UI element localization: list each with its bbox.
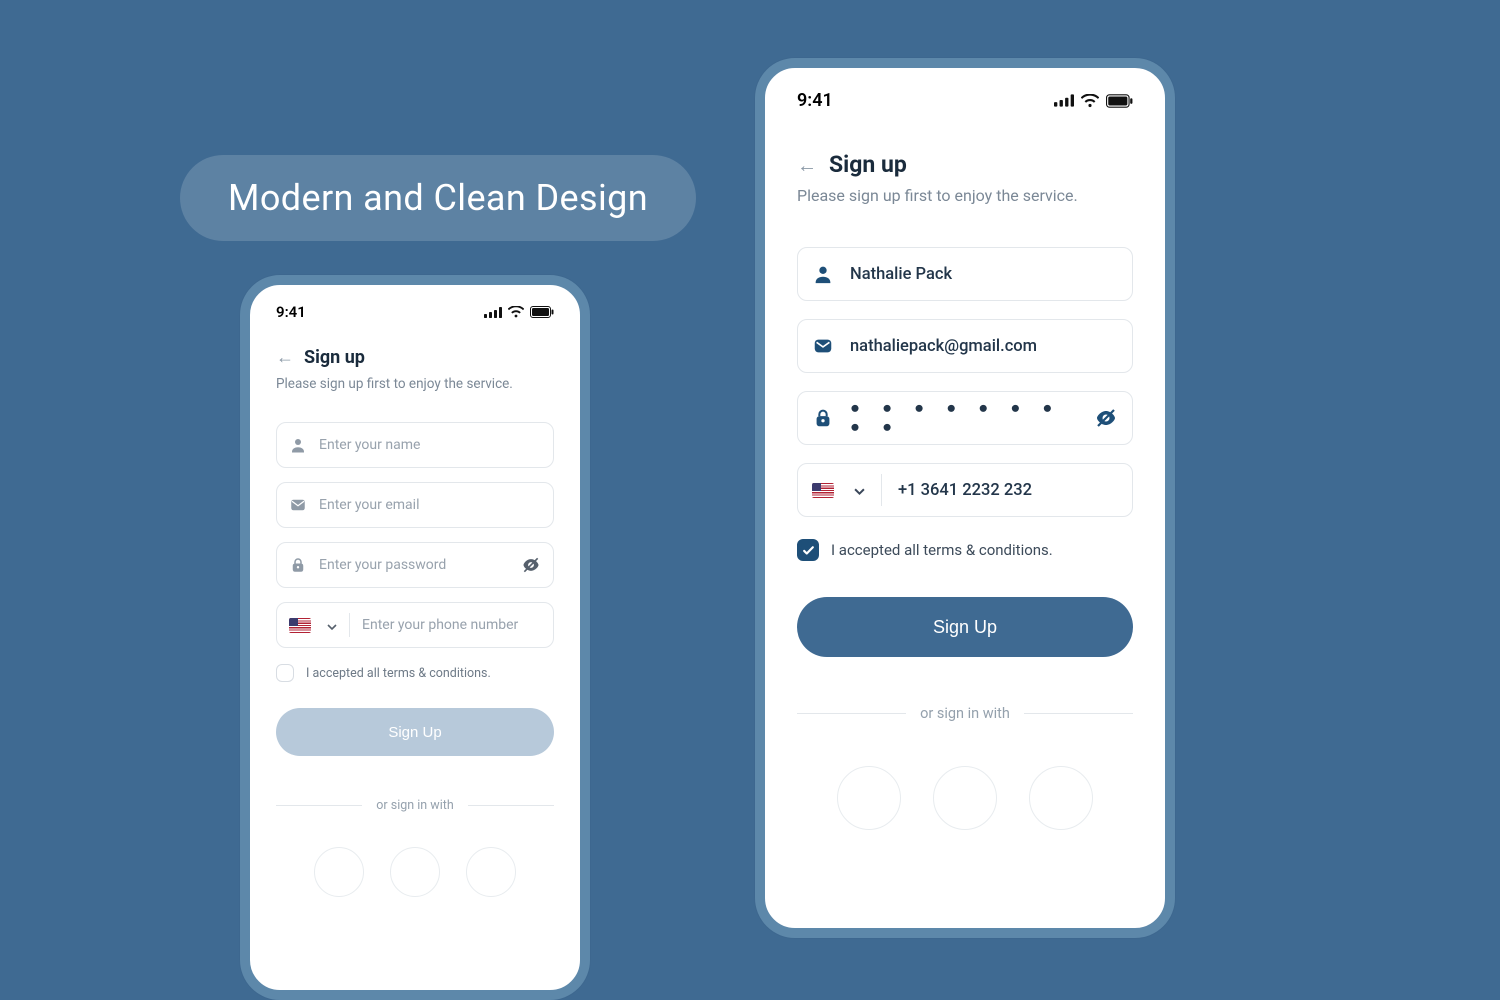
lock-icon (812, 407, 834, 429)
wifi-icon (508, 306, 524, 318)
status-bar: 9:41 (276, 303, 554, 321)
phone-field[interactable]: +1 3641 2232 232 (797, 463, 1133, 517)
signup-form: Nathalie Pack nathaliepack@gmail.com ● ●… (797, 247, 1133, 830)
cellular-icon (1054, 94, 1074, 107)
signup-screen-filled: 9:41 ← Sign up Please sign up first to e… (755, 58, 1175, 938)
eye-off-icon[interactable] (521, 555, 541, 575)
status-icons (1054, 94, 1133, 108)
terms-label: I accepted all terms & conditions. (831, 541, 1053, 559)
terms-row: I accepted all terms & conditions. (797, 539, 1133, 561)
password-field[interactable]: Enter your password (276, 542, 554, 588)
terms-checkbox[interactable] (276, 664, 294, 682)
status-time: 9:41 (797, 90, 833, 111)
terms-checkbox[interactable] (797, 539, 819, 561)
back-arrow-icon[interactable]: ← (797, 155, 817, 175)
page-subtitle: Please sign up first to enjoy the servic… (797, 186, 1133, 205)
divider-line (276, 805, 362, 806)
country-flag-icon[interactable] (289, 618, 311, 633)
password-field[interactable]: ● ● ● ● ● ● ● ● ● (797, 391, 1133, 445)
terms-label: I accepted all terms & conditions. (306, 666, 491, 681)
country-flag-icon[interactable] (812, 483, 834, 498)
name-field[interactable]: Enter your name (276, 422, 554, 468)
chevron-down-icon[interactable] (327, 616, 337, 635)
or-divider: or sign in with (797, 705, 1133, 722)
page-title: Sign up (304, 347, 365, 368)
wifi-icon (1081, 94, 1099, 108)
social-login-row (276, 847, 554, 897)
or-divider: or sign in with (276, 798, 554, 813)
signup-button[interactable]: Sign Up (276, 708, 554, 756)
header-row: ← Sign up (797, 151, 1133, 178)
signup-form: Enter your name Enter your email Enter y… (276, 422, 554, 897)
name-placeholder: Enter your name (319, 437, 541, 453)
password-value: ● ● ● ● ● ● ● ● ● (850, 399, 1078, 437)
phone-field[interactable]: Enter your phone number (276, 602, 554, 648)
lock-icon (289, 556, 307, 574)
status-time: 9:41 (276, 303, 306, 321)
cellular-icon (484, 307, 502, 318)
email-icon (289, 496, 307, 514)
battery-icon (530, 306, 554, 318)
design-tagline: Modern and Clean Design (180, 155, 696, 241)
divider-line (468, 805, 554, 806)
terms-row: I accepted all terms & conditions. (276, 664, 554, 682)
eye-off-icon[interactable] (1094, 406, 1118, 430)
or-label: or sign in with (376, 798, 453, 813)
user-icon (289, 436, 307, 454)
email-field[interactable]: Enter your email (276, 482, 554, 528)
social-button-1[interactable] (314, 847, 364, 897)
field-divider (881, 474, 882, 506)
email-placeholder: Enter your email (319, 497, 541, 513)
name-field[interactable]: Nathalie Pack (797, 247, 1133, 301)
phone-placeholder: Enter your phone number (362, 617, 541, 633)
field-divider (349, 613, 350, 637)
or-label: or sign in with (920, 705, 1010, 722)
back-arrow-icon[interactable]: ← (276, 349, 294, 367)
status-icons (484, 306, 554, 318)
social-button-2[interactable] (933, 766, 997, 830)
email-field[interactable]: nathaliepack@gmail.com (797, 319, 1133, 373)
email-value: nathaliepack@gmail.com (850, 337, 1118, 356)
divider-line (1024, 713, 1133, 714)
status-bar: 9:41 (797, 90, 1133, 111)
social-button-2[interactable] (390, 847, 440, 897)
page-title: Sign up (829, 151, 907, 178)
email-icon (812, 335, 834, 357)
social-button-3[interactable] (1029, 766, 1093, 830)
name-value: Nathalie Pack (850, 265, 1118, 284)
user-icon (812, 263, 834, 285)
battery-icon (1106, 94, 1133, 108)
header-row: ← Sign up (276, 347, 554, 368)
divider-line (797, 713, 906, 714)
signup-screen-empty: 9:41 ← Sign up Please sign up first to e… (240, 275, 590, 1000)
phone-value: +1 3641 2232 232 (898, 481, 1118, 500)
signup-button[interactable]: Sign Up (797, 597, 1133, 657)
social-login-row (797, 766, 1133, 830)
chevron-down-icon[interactable] (854, 481, 865, 500)
page-subtitle: Please sign up first to enjoy the servic… (276, 376, 554, 392)
social-button-1[interactable] (837, 766, 901, 830)
password-placeholder: Enter your password (319, 557, 509, 573)
social-button-3[interactable] (466, 847, 516, 897)
